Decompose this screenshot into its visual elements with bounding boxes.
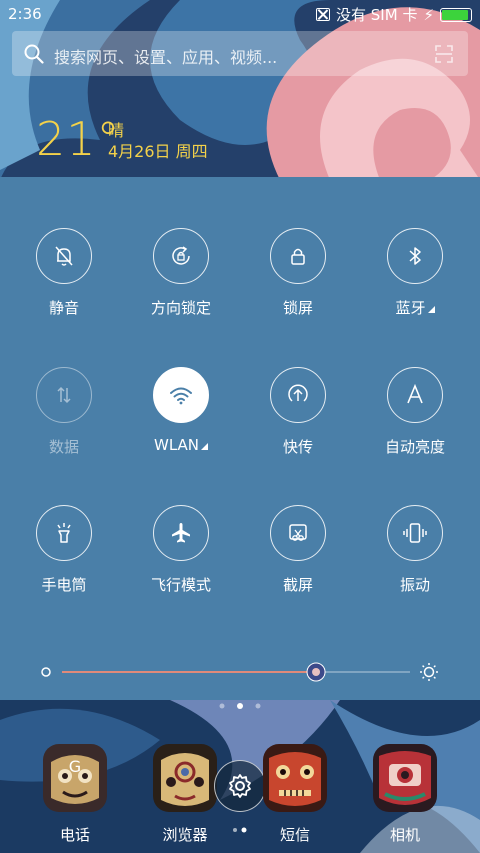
expand-triangle-icon: [427, 306, 435, 313]
camera-app-icon: [373, 744, 437, 812]
quick-send-label: 快传: [282, 438, 313, 456]
toggle-bluetooth[interactable]: 蓝牙: [360, 228, 470, 318]
vibrate-button[interactable]: [387, 505, 443, 561]
quick-send-icon: [288, 384, 308, 402]
auto-brightness-button[interactable]: [387, 367, 443, 423]
airplane-label: 飞行模式: [150, 576, 211, 594]
quick-settings-panel: 静音 方向锁定 锁屏 蓝牙 数据 WLAN 快传 自动亮度 手电筒 飞行模式 截…: [0, 177, 480, 700]
toggle-rotation-lock[interactable]: 方向锁定: [126, 228, 236, 318]
dock-label-camera: 相机: [389, 826, 420, 844]
toggle-quick-send[interactable]: 快传: [243, 367, 353, 457]
brightness-thumb[interactable]: [306, 662, 326, 682]
airplane-icon: [172, 523, 190, 543]
quick-send-button[interactable]: [270, 367, 326, 423]
dock-label-messages: 短信: [279, 826, 310, 844]
wlan-button[interactable]: [153, 367, 209, 423]
bluetooth-label-text: 蓝牙: [395, 299, 426, 317]
flashlight-label: 手电筒: [41, 576, 87, 594]
wlan-label: WLAN: [126, 436, 236, 454]
dock-app-phone[interactable]: G 电话: [35, 742, 115, 845]
sim-status-text: 没有 SIM 卡: [336, 6, 418, 24]
bell-off-icon: [55, 246, 73, 266]
dock-app-messages[interactable]: 短信: [255, 742, 335, 845]
flashlight-button[interactable]: [36, 505, 92, 561]
silent-button[interactable]: [36, 228, 92, 284]
expand-triangle-icon: [201, 443, 208, 450]
scan-icon[interactable]: [434, 44, 454, 64]
svg-text:G: G: [69, 757, 81, 776]
airplane-button[interactable]: [153, 505, 209, 561]
toggle-data[interactable]: 数据: [9, 367, 119, 457]
weather-date: 4月26日 周四: [108, 142, 208, 161]
search-icon: [24, 44, 44, 64]
brightness-low-icon: [41, 667, 51, 677]
flashlight-icon: [57, 523, 71, 543]
lock-screen-button[interactable]: [270, 228, 326, 284]
charging-icon: ⚡: [423, 5, 434, 24]
auto-brightness-icon: [407, 383, 423, 404]
auto-brightness-label: 自动亮度: [384, 438, 445, 456]
rotation-lock-button[interactable]: [153, 228, 209, 284]
battery-icon: [440, 7, 472, 22]
rotation-lock-icon: [172, 246, 190, 265]
dock-page-indicator: [233, 827, 247, 833]
data-icon: [57, 386, 71, 404]
vibrate-label: 振动: [399, 576, 430, 594]
brightness-high-icon: [420, 663, 438, 681]
no-sim-icon: [316, 8, 331, 21]
data-button[interactable]: [36, 367, 92, 423]
toggle-vibrate[interactable]: 振动: [360, 505, 470, 595]
bluetooth-icon: [409, 247, 421, 265]
page-indicator: [219, 703, 261, 709]
screenshot-label: 截屏: [282, 576, 313, 594]
toggle-silent[interactable]: 静音: [9, 228, 119, 318]
status-indicators: 没有 SIM 卡 ⚡: [316, 4, 472, 25]
screenshot-icon: [289, 524, 307, 541]
search-placeholder: 搜索网页、设置、应用、视频...: [54, 48, 278, 67]
lock-screen-label: 锁屏: [282, 299, 313, 317]
wifi-icon: [170, 387, 192, 405]
status-bar: 2:36 没有 SIM 卡 ⚡: [0, 0, 480, 28]
lock-icon: [291, 248, 305, 265]
gear-icon: [229, 774, 251, 798]
search-bar[interactable]: 搜索网页、设置、应用、视频...: [12, 31, 468, 76]
toggle-auto-brightness[interactable]: 自动亮度: [360, 367, 470, 457]
screenshot-button[interactable]: [270, 505, 326, 561]
dock-app-camera[interactable]: 相机: [365, 742, 445, 845]
browser-app-icon: [153, 744, 217, 812]
dock-label-browser: 浏览器: [162, 826, 208, 844]
rotation-lock-label: 方向锁定: [150, 299, 211, 317]
bluetooth-label: 蓝牙: [360, 297, 470, 318]
toggle-lock-screen[interactable]: 锁屏: [243, 228, 353, 318]
brightness-slider[interactable]: [40, 660, 440, 684]
data-label: 数据: [48, 438, 79, 456]
vibrate-icon: [403, 523, 427, 543]
bluetooth-button[interactable]: [387, 228, 443, 284]
dock-label-phone: 电话: [59, 826, 90, 844]
toggle-wlan[interactable]: WLAN: [126, 367, 236, 454]
status-time: 2:36: [8, 5, 42, 23]
toggle-screenshot[interactable]: 截屏: [243, 505, 353, 595]
toggle-flashlight[interactable]: 手电筒: [9, 505, 119, 595]
phone-app-icon: G: [43, 744, 107, 812]
messages-app-icon: [263, 744, 327, 812]
wlan-label-text: WLAN: [153, 436, 199, 454]
silent-label: 静音: [48, 299, 79, 317]
toggle-airplane[interactable]: 飞行模式: [126, 505, 236, 595]
dock-app-browser[interactable]: 浏览器: [145, 742, 225, 845]
